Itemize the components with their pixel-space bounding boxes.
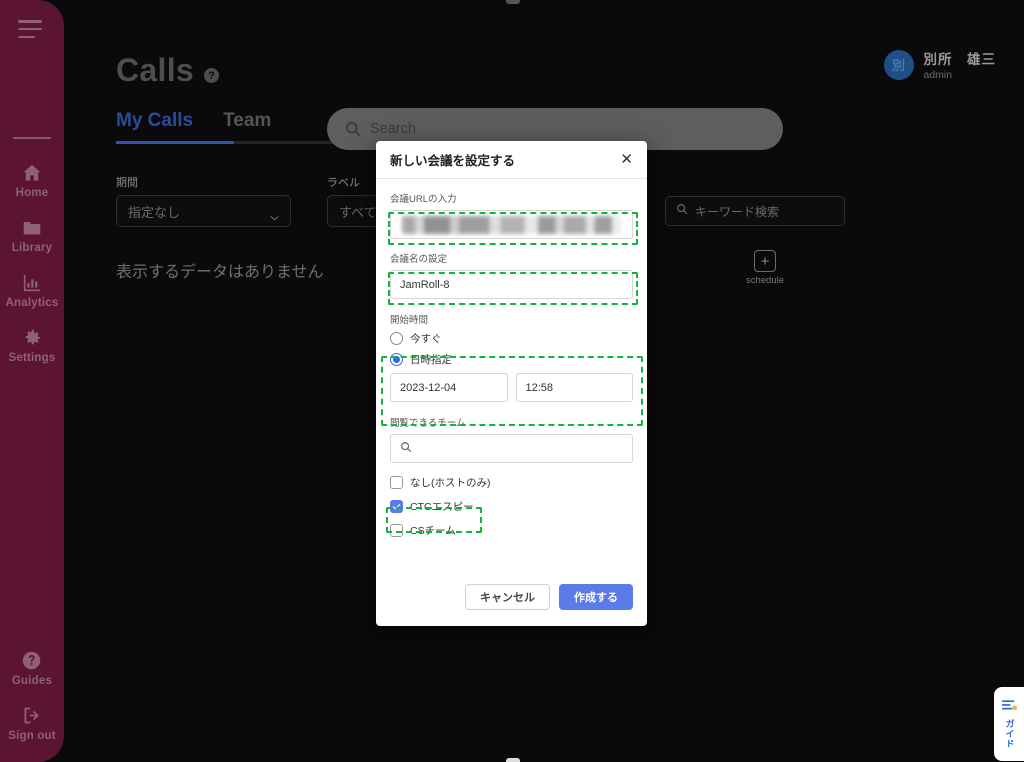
redacted-url-value [402, 215, 621, 234]
dialog-footer: キャンセル 作成する [376, 584, 647, 626]
cancel-button[interactable]: キャンセル [465, 584, 550, 610]
sidebar-nav-bottom: Guides Sign out [0, 650, 64, 742]
meeting-url-label: 会議URLの入力 [390, 194, 457, 205]
hamburger-icon[interactable] [18, 20, 44, 38]
tab-team[interactable]: Team [223, 110, 271, 141]
sidebar-item-library[interactable]: Library [0, 217, 64, 254]
sidebar-item-label: Library [11, 242, 53, 254]
dialog-header: 新しい会議を設定する ✕ [376, 141, 647, 179]
filter-label-value: すべて [339, 204, 377, 220]
meeting-name-label: 会議名の設定 [390, 254, 448, 265]
sidebar-item-label: Analytics [5, 297, 59, 309]
team-option-host-only[interactable]: なし(ホストのみ) [390, 475, 633, 490]
global-search-placeholder: Search [370, 121, 416, 137]
radio-icon [390, 353, 403, 366]
page-title: Calls [116, 52, 194, 88]
sidebar-item-guides[interactable]: Guides [0, 650, 64, 687]
page-title-row: Calls ? [116, 52, 219, 89]
start-time-option-scheduled[interactable]: 日時指定 [390, 352, 633, 367]
datetime-row: 2023-12-04 12:58 [390, 373, 633, 402]
user-role: admin [923, 69, 953, 81]
bar-chart-icon [21, 272, 43, 294]
team-search-input[interactable] [390, 434, 633, 463]
team-option-label: なし(ホストのみ) [410, 477, 491, 489]
start-time-option-label: 今すぐ [410, 333, 442, 345]
folder-icon [21, 217, 43, 239]
filter-period-label: 期間 [116, 177, 138, 189]
start-time-option-label: 日時指定 [410, 354, 452, 366]
tab-active-indicator [116, 141, 234, 144]
filter-period-value: 指定なし [128, 204, 181, 220]
checkbox-icon [390, 524, 403, 537]
team-option-label: CTCエスピー [410, 501, 474, 513]
checkbox-icon [390, 476, 403, 489]
guide-icon [1001, 699, 1018, 717]
filter-period: 期間 指定なし [116, 174, 291, 227]
sidebar-item-settings[interactable]: Settings [0, 327, 64, 364]
gear-icon [21, 327, 43, 349]
checkbox-icon [390, 500, 403, 513]
schedule-button[interactable]: + schedule [737, 250, 793, 286]
start-date-input[interactable]: 2023-12-04 [390, 373, 508, 402]
help-icon[interactable]: ? [203, 68, 219, 83]
sidebar-item-analytics[interactable]: Analytics [0, 272, 64, 309]
sidebar-item-label: Settings [8, 352, 56, 364]
meeting-url-input[interactable] [390, 210, 633, 239]
guide-widget[interactable]: ガイド [994, 687, 1024, 761]
tab-my-calls[interactable]: My Calls [116, 110, 193, 141]
sidebar: Home Library Analytics Settings Guides S… [0, 0, 64, 762]
create-button[interactable]: 作成する [559, 584, 633, 610]
search-icon [400, 440, 412, 458]
radio-icon [390, 332, 403, 345]
app-root: Home Library Analytics Settings Guides S… [0, 0, 1024, 762]
sign-out-icon [21, 705, 43, 727]
keyword-search-input[interactable]: キーワード検索 [665, 196, 845, 226]
question-circle-icon [21, 650, 43, 672]
home-icon [21, 162, 43, 184]
sidebar-item-label: Home [15, 187, 49, 199]
chevron-down-icon [270, 208, 279, 221]
scroll-indicator-bottom [506, 758, 520, 762]
sidebar-item-label: Sign out [8, 730, 56, 742]
search-icon [676, 202, 688, 220]
plus-square-icon: + [754, 250, 776, 272]
avatar: 別 [883, 49, 914, 80]
guide-widget-label: ガイド [1004, 719, 1015, 749]
search-icon [345, 121, 361, 137]
filter-period-select[interactable]: 指定なし [116, 195, 291, 227]
team-option-label: CSチーム [410, 525, 456, 537]
sidebar-divider [13, 137, 51, 139]
dialog-body: 会議URLの入力 会議名の設定 JamRoll-8 開始時間 今すぐ 日時指定 … [376, 179, 647, 584]
start-time-input[interactable]: 12:58 [515, 373, 633, 402]
user-name: 別所 雄三 [923, 52, 996, 67]
empty-state-message: 表示するデータはありません [116, 264, 324, 281]
start-time-label: 開始時間 [390, 315, 429, 326]
keyword-search-placeholder: キーワード検索 [695, 204, 780, 219]
dialog-title: 新しい会議を設定する [390, 154, 516, 168]
sidebar-item-home[interactable]: Home [0, 162, 64, 199]
sidebar-item-label: Guides [11, 675, 53, 687]
scroll-indicator-top [506, 0, 520, 4]
sidebar-nav: Home Library Analytics Settings [0, 162, 64, 382]
user-menu[interactable]: 別 別所 雄三 admin [883, 48, 997, 81]
team-option-cs[interactable]: CSチーム [390, 523, 633, 538]
close-icon[interactable]: ✕ [620, 152, 633, 167]
teams-label: 閲覧できるチーム [390, 418, 466, 429]
team-option-ctc[interactable]: CTCエスピー [390, 499, 633, 514]
schedule-button-label: schedule [745, 275, 785, 286]
new-meeting-dialog: 新しい会議を設定する ✕ 会議URLの入力 会議名の設定 JamRoll-8 開… [376, 141, 647, 626]
meeting-name-input[interactable]: JamRoll-8 [390, 270, 633, 299]
start-time-option-now[interactable]: 今すぐ [390, 331, 633, 346]
sidebar-item-sign-out[interactable]: Sign out [0, 705, 64, 742]
